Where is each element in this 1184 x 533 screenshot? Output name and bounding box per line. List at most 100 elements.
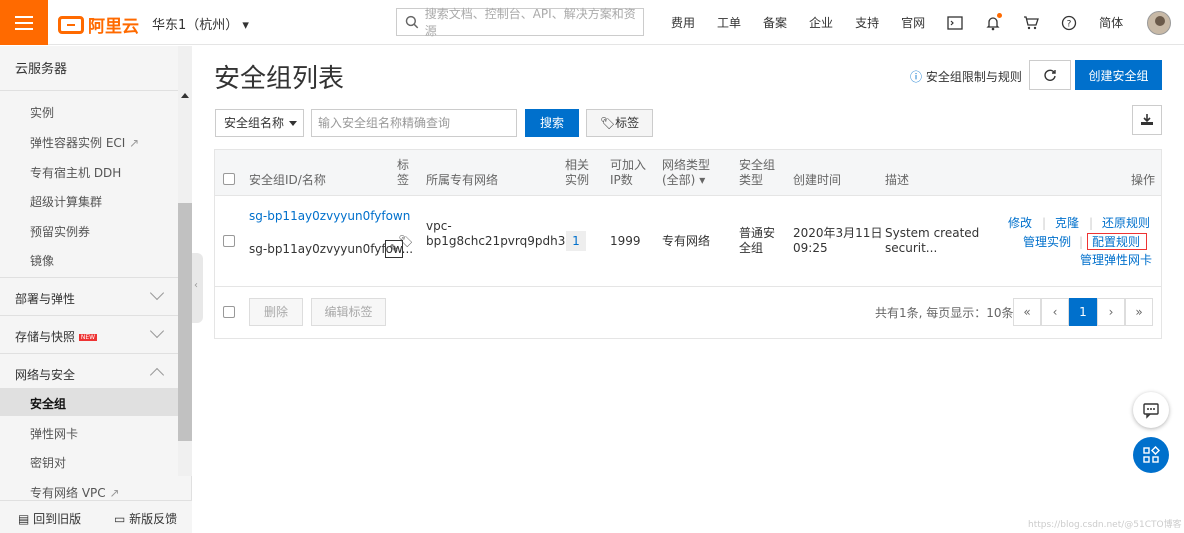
sidebar-footer: ▤ 回到旧版 ▭ 新版反馈 — [0, 500, 192, 533]
action-manage-instances[interactable]: 管理实例 — [1023, 235, 1071, 250]
page-next-button[interactable]: › — [1097, 298, 1125, 326]
sidebar-item-security-group[interactable]: 安全组 — [30, 395, 66, 412]
tag-icon: 🏷 — [599, 116, 616, 130]
export-icon — [1141, 114, 1153, 125]
sidebar: 云服务器 实例 弹性容器实例 ECI ↗ 专有宿主机 DDH 超级计算集群 预留… — [0, 46, 192, 533]
tag-filter-button[interactable]: 🏷标签 — [586, 109, 653, 137]
sidebar-collapse-handle[interactable]: ‹ — [192, 253, 203, 323]
footer-select-all-checkbox[interactable] — [223, 306, 235, 318]
page-last-button[interactable]: » — [1125, 298, 1153, 326]
chevron-up-icon[interactable] — [149, 367, 165, 383]
logo-icon — [58, 15, 84, 34]
col-desc: 描述 — [885, 173, 910, 187]
edit-tags-button[interactable]: 编辑标签 — [311, 298, 386, 326]
chevron-down-icon[interactable] — [149, 323, 165, 339]
sidebar-item-images[interactable]: 镜像 — [30, 252, 54, 269]
action-restore-rules[interactable]: 还原规则 — [1102, 216, 1150, 231]
action-clone[interactable]: 克隆 — [1055, 216, 1079, 231]
comment-icon: ▭ — [114, 512, 126, 526]
back-to-old-version[interactable]: ▤ 回到旧版 — [18, 510, 81, 527]
region-selector[interactable]: 华东1（杭州） ▾ — [152, 14, 249, 33]
sidebar-item-eni[interactable]: 弹性网卡 — [30, 425, 78, 442]
nav-enterprise[interactable]: 企业 — [798, 14, 844, 31]
vpc-id-line2: bp1g8chc21pvrq9pdh3ks — [426, 234, 579, 248]
col-actions: 操作 — [1131, 173, 1156, 187]
action-configure-rules[interactable]: 配置规则 — [1092, 235, 1140, 250]
export-button[interactable] — [1132, 105, 1162, 135]
global-search-input[interactable]: 搜索文档、控制台、API、解决方案和资源 — [396, 7, 644, 38]
nav-icp[interactable]: 备案 — [752, 14, 798, 31]
search-field-select[interactable]: 安全组名称 — [215, 109, 304, 137]
sg-name-search-input[interactable]: 输入安全组名称精确查询 — [311, 109, 517, 137]
create-security-group-button[interactable]: 创建安全组 — [1075, 60, 1162, 90]
sidebar-item-keypair[interactable]: 密钥对 — [30, 454, 66, 471]
top-bar: 阿里云 华东1（杭州） ▾ 搜索文档、控制台、API、解决方案和资源 费用 工单… — [0, 0, 1184, 45]
sidebar-group-network[interactable]: 网络与安全 — [15, 366, 75, 383]
security-group-table: 安全组ID/名称 标签 所属专有网络 相关实例 可加入IP数 网络类型(全部) … — [214, 149, 1162, 339]
cart-icon[interactable] — [1012, 0, 1050, 45]
delete-button[interactable]: 删除 — [249, 298, 303, 326]
action-modify[interactable]: 修改 — [1008, 216, 1032, 231]
watermark: https://blog.csdn.net/@51CTO博客 — [1028, 520, 1182, 530]
sidebar-item-vpc[interactable]: 专有网络 VPC ↗ — [30, 484, 120, 501]
aliyun-logo[interactable]: 阿里云 — [58, 12, 139, 37]
terminal-icon[interactable] — [936, 0, 974, 45]
sg-id-link[interactable]: sg-bp11ay0zvyyun0fyfown — [249, 209, 410, 224]
refresh-button[interactable] — [1029, 60, 1071, 90]
page-title: 安全组列表 — [214, 64, 345, 94]
avatar[interactable] — [1147, 11, 1171, 35]
search-button[interactable]: 搜索 — [525, 109, 579, 137]
row-checkbox[interactable] — [223, 235, 235, 247]
action-manage-eni[interactable]: 管理弹性网卡 — [1080, 253, 1152, 268]
page-prev-button[interactable]: ‹ — [1041, 298, 1069, 326]
table-header: 安全组ID/名称 标签 所属专有网络 相关实例 可加入IP数 网络类型(全部) … — [215, 150, 1161, 196]
sidebar-item-instances[interactable]: 实例 — [30, 104, 54, 121]
sidebar-item-eci[interactable]: 弹性容器实例 ECI ↗ — [30, 134, 139, 151]
notification-dot — [997, 13, 1003, 18]
chat-float-button[interactable] — [1133, 392, 1169, 428]
sidebar-item-hpc[interactable]: 超级计算集群 — [30, 193, 102, 210]
layout-icon: ▤ — [18, 512, 30, 526]
page-1-button[interactable]: 1 — [1069, 298, 1097, 326]
menu-icon[interactable] — [0, 0, 48, 45]
sg-limits-link[interactable]: ⓘ 安全组限制与规则 — [910, 68, 1022, 85]
nav-support[interactable]: 支持 — [844, 14, 890, 31]
sg-type-line2: 全组 — [739, 241, 764, 255]
tag-icon[interactable]: 🏷 — [398, 234, 413, 249]
col-id-name: 安全组ID/名称 — [249, 173, 326, 187]
created-date: 2020年3月11日 — [793, 226, 883, 240]
col-created: 创建时间 — [793, 173, 842, 187]
chevron-left-icon: ‹ — [194, 280, 198, 291]
sidebar-group-storage[interactable]: 存储与快照 NEW — [15, 328, 98, 345]
top-nav: 费用 工单 备案 企业 支持 官网 ? 简体 — [660, 0, 1134, 45]
sidebar-scroll-thumb[interactable] — [178, 203, 192, 441]
feedback-link[interactable]: ▭ 新版反馈 — [114, 510, 177, 527]
scroll-up-arrow-icon[interactable] — [181, 93, 189, 98]
sidebar-item-ddh[interactable]: 专有宿主机 DDH — [30, 164, 121, 181]
sidebar-title: 云服务器 — [15, 62, 68, 77]
related-instances-count[interactable]: 1 — [566, 231, 586, 251]
bell-icon[interactable] — [974, 0, 1012, 45]
nav-tickets[interactable]: 工单 — [706, 14, 752, 31]
page-first-button[interactable]: « — [1013, 298, 1041, 326]
nav-official-site[interactable]: 官网 — [890, 14, 936, 31]
ip-count: 1999 — [610, 234, 641, 248]
col-instances: 相关实例 — [565, 158, 590, 187]
sidebar-item-reserved[interactable]: 预留实例券 — [30, 223, 90, 240]
col-tags: 标签 — [397, 158, 410, 187]
chevron-down-icon[interactable] — [149, 285, 165, 301]
nav-fees[interactable]: 费用 — [660, 14, 706, 31]
col-net-type[interactable]: 网络类型(全部) ▾ — [662, 158, 724, 188]
caret-down-icon: ▾ — [242, 18, 249, 33]
svg-text:?: ? — [1067, 19, 1072, 29]
language-switch[interactable]: 简体 — [1088, 14, 1134, 31]
sidebar-group-deploy[interactable]: 部署与弹性 — [15, 290, 75, 307]
apps-float-button[interactable] — [1133, 437, 1169, 473]
caret-down-icon: ▾ — [699, 173, 706, 187]
sidebar-active-bg — [0, 388, 178, 416]
refresh-icon — [1044, 69, 1056, 81]
help-icon[interactable]: ? — [1050, 0, 1088, 45]
created-time: 09:25 — [793, 241, 828, 255]
select-all-checkbox[interactable] — [223, 173, 235, 185]
vpc-id-line1: vpc- — [426, 219, 452, 233]
